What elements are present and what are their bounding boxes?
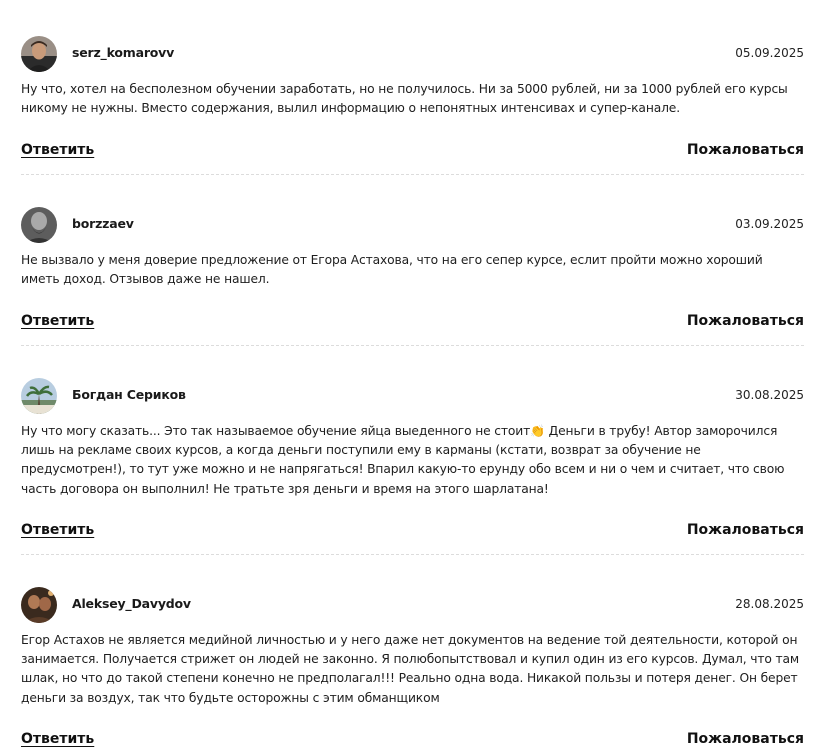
reply-link[interactable]: Ответить: [21, 313, 94, 329]
review-text: Не вызвало у меня доверие предложение от…: [21, 253, 763, 287]
review-item: Aleksey_Davydov 28.08.2025 Егор Астахов …: [21, 587, 804, 747]
complain-link[interactable]: Пожаловаться: [687, 313, 804, 329]
review-actions: Ответить Пожаловаться: [21, 313, 804, 333]
review-text-part: Ну что могу сказать... Это так называемо…: [21, 424, 531, 438]
review-header: Aleksey_Davydov 28.08.2025: [21, 587, 804, 623]
reply-link[interactable]: Ответить: [21, 731, 94, 747]
complain-link[interactable]: Пожаловаться: [687, 731, 804, 747]
review-author: serz_komarovv: [72, 45, 175, 60]
review-header: serz_komarovv 05.09.2025: [21, 36, 804, 72]
review-date: 03.09.2025: [735, 217, 804, 231]
review-author: Aleksey_Davydov: [72, 596, 191, 611]
avatar[interactable]: [21, 207, 57, 243]
review-author: borzzaev: [72, 216, 134, 231]
complain-link[interactable]: Пожаловаться: [687, 142, 804, 158]
divider: [21, 345, 804, 346]
review-item: serz_komarovv 05.09.2025 Ну что, хотел н…: [21, 36, 804, 175]
review-item: borzzaev 03.09.2025 Не вызвало у меня до…: [21, 207, 804, 346]
avatar[interactable]: [21, 378, 57, 414]
avatar[interactable]: [21, 587, 57, 623]
review-item: Богдан Сериков 30.08.2025 Ну что могу ск…: [21, 378, 804, 555]
review-text: Ну что, хотел на бесполезном обучении за…: [21, 82, 788, 116]
review-author: Богдан Сериков: [72, 387, 186, 402]
review-date: 05.09.2025: [735, 46, 804, 60]
review-date: 28.08.2025: [735, 597, 804, 611]
complain-link[interactable]: Пожаловаться: [687, 522, 804, 538]
divider: [21, 174, 804, 175]
avatar[interactable]: [21, 36, 57, 72]
review-text: Ну что могу сказать... Это так называемо…: [21, 422, 804, 499]
clapping-hands-icon: 👏: [530, 424, 545, 438]
review-header: borzzaev 03.09.2025: [21, 207, 804, 243]
review-actions: Ответить Пожаловаться: [21, 731, 804, 751]
reply-link[interactable]: Ответить: [21, 142, 94, 158]
review-header: Богдан Сериков 30.08.2025: [21, 378, 804, 414]
review-actions: Ответить Пожаловаться: [21, 522, 804, 542]
divider: [21, 554, 804, 555]
review-actions: Ответить Пожаловаться: [21, 142, 804, 162]
review-text: Егор Астахов не является медийной личнос…: [21, 633, 800, 705]
reply-link[interactable]: Ответить: [21, 522, 94, 538]
review-date: 30.08.2025: [735, 388, 804, 402]
